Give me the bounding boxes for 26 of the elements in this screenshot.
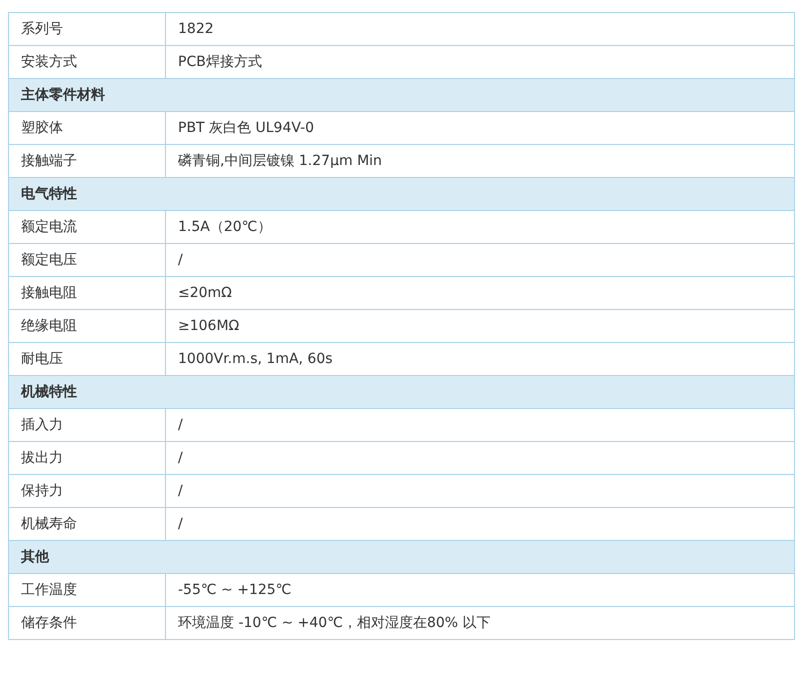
label-cell: 系列号 — [8, 12, 166, 46]
value-cell: 环境温度 -10℃ ~ +40℃，相对湿度在80% 以下 — [166, 606, 794, 640]
label-cell: 保持力 — [8, 474, 166, 508]
label-cell: 插入力 — [8, 408, 166, 442]
label-cell: 工作温度 — [8, 574, 166, 606]
label-cell: 绝缘电阻 — [8, 310, 166, 342]
value-cell: / — [166, 244, 794, 276]
value-cell: ≤20mΩ — [166, 276, 794, 310]
value-cell: 1822 — [166, 12, 794, 46]
value-cell: / — [166, 442, 794, 474]
label-cell: 塑胶体 — [8, 112, 166, 144]
value-cell: ≥106MΩ — [166, 310, 794, 342]
section-header: 其他 — [8, 540, 794, 574]
label-cell: 接触电阻 — [8, 276, 166, 310]
label-cell: 额定电压 — [8, 244, 166, 276]
value-cell: / — [166, 474, 794, 508]
section-header: 机械特性 — [8, 376, 794, 408]
section-header: 主体零件材料 — [8, 78, 794, 112]
label-cell: 额定电流 — [8, 210, 166, 244]
value-cell: -55℃ ~ +125℃ — [166, 574, 794, 606]
value-cell: 1.5A（20℃） — [166, 210, 794, 244]
value-cell: / — [166, 408, 794, 442]
section-header: 电气特性 — [8, 178, 794, 210]
label-cell: 拔出力 — [8, 442, 166, 474]
value-cell: PBT 灰白色 UL94V-0 — [166, 112, 794, 144]
label-cell: 储存条件 — [8, 606, 166, 640]
